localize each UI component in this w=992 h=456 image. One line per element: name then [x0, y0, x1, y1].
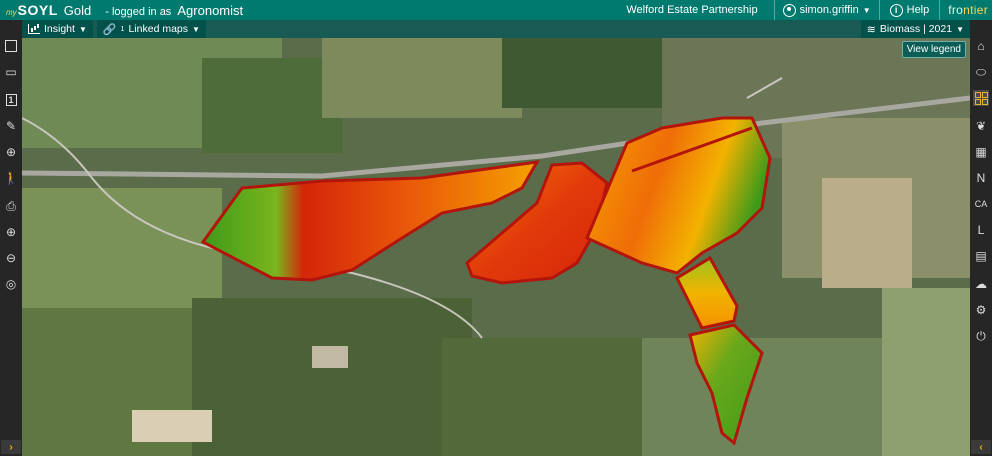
- app-logo[interactable]: my SOYL Gold: [6, 2, 91, 18]
- map-canvas[interactable]: [22, 38, 970, 456]
- user-name: simon.griffin: [799, 4, 859, 16]
- grid-icon-shape: [974, 91, 988, 105]
- link-icon: 🔗: [102, 23, 117, 36]
- chevron-down-icon: ▼: [862, 5, 871, 15]
- bare-field-patch: [822, 178, 912, 288]
- chevron-right-icon[interactable]: ›: [1, 440, 21, 454]
- user-icon: [782, 3, 796, 17]
- field-patch: [322, 38, 522, 118]
- app-header: my SOYL Gold - logged in as Agronomist W…: [0, 0, 992, 20]
- grid-icon[interactable]: [973, 90, 989, 106]
- help-label: Help: [906, 4, 930, 16]
- crosshair-icon[interactable]: ⊕: [3, 144, 19, 160]
- chevron-left-icon[interactable]: ‹: [971, 440, 991, 454]
- insight-label: Insight: [44, 23, 75, 35]
- info-icon: i: [889, 3, 903, 17]
- calculator-icon[interactable]: ▦: [973, 144, 989, 160]
- home-icon[interactable]: ⌂: [973, 38, 989, 54]
- prescription-doc-icon[interactable]: ▤: [973, 248, 989, 264]
- right-toolbar: ⌂ ⬭ ❦ ▦ N CA L ▤ ☁ ⚙ ⏻ ‹: [970, 20, 992, 456]
- login-status: - logged in as Agronomist: [105, 3, 243, 18]
- left-toolbar: ▭ 1 ✎ ⊕ 🚶 ⎙ ⊕ ⊖ ◎ ›: [0, 20, 22, 456]
- building-patch: [312, 346, 348, 368]
- lime-doc-icon[interactable]: L: [973, 222, 989, 238]
- printer-icon[interactable]: ⎙: [3, 198, 19, 214]
- brand-part1: fro: [948, 3, 964, 17]
- chevron-down-icon: ▼: [192, 24, 200, 34]
- single-view-label: 1: [5, 94, 17, 106]
- woodland-patch: [192, 298, 472, 456]
- estate-name[interactable]: Welford Estate Partnership: [626, 4, 757, 16]
- cloud-icon[interactable]: ☁: [973, 276, 989, 292]
- field-map-icon[interactable]: [3, 38, 19, 54]
- linked-maps-label: Linked maps: [128, 23, 189, 35]
- walking-person-icon[interactable]: 🚶: [3, 170, 19, 186]
- woodland-patch: [442, 338, 662, 456]
- zoom-extent-icon[interactable]: ◎: [3, 276, 19, 292]
- logo-name: SOYL: [17, 2, 58, 18]
- bare-field-patch: [132, 410, 212, 442]
- partner-brand: frontier: [940, 3, 992, 17]
- linked-maps-dropdown[interactable]: 🔗 1 Linked maps ▼: [96, 20, 206, 38]
- woodland-patch: [202, 58, 342, 153]
- login-role: Agronomist: [177, 2, 244, 18]
- power-icon[interactable]: ⏻: [973, 328, 989, 344]
- logo-prefix: my: [6, 8, 17, 17]
- layer-selector[interactable]: ≋ Biomass | 2021 ▼: [860, 20, 970, 38]
- layer-label: Biomass | 2021: [879, 23, 953, 35]
- nitrogen-doc-icon[interactable]: N: [973, 170, 989, 186]
- wheat-icon[interactable]: ❦: [973, 118, 989, 134]
- projector-icon[interactable]: ▭: [3, 64, 19, 80]
- chevron-down-icon: ▼: [78, 24, 87, 34]
- field-outline-icon[interactable]: ⬭: [973, 64, 989, 80]
- field-patch: [882, 288, 970, 456]
- gear-icon[interactable]: ⚙: [973, 302, 989, 318]
- single-view-icon[interactable]: 1: [3, 92, 19, 108]
- zoom-in-icon[interactable]: ⊕: [3, 224, 19, 240]
- layers-icon: ≋: [866, 23, 876, 36]
- brand-part2: ntier: [963, 3, 988, 17]
- chevron-down-icon: ▼: [956, 24, 964, 34]
- bar-chart-icon: [28, 24, 40, 34]
- logo-tier: Gold: [63, 3, 92, 18]
- zoom-out-icon[interactable]: ⊖: [3, 250, 19, 266]
- map-toolbar: Insight ▼ 🔗 1 Linked maps ▼ ≋ Biomass | 2…: [22, 20, 970, 38]
- view-legend-button[interactable]: View legend: [901, 41, 966, 58]
- satellite-map[interactable]: View legend: [22, 38, 970, 456]
- insight-dropdown[interactable]: Insight ▼: [22, 20, 93, 38]
- pencil-icon[interactable]: ✎: [3, 118, 19, 134]
- linked-maps-count: 1: [120, 25, 125, 33]
- calcium-doc-icon[interactable]: CA: [973, 196, 989, 212]
- user-menu-button[interactable]: simon.griffin ▼: [773, 0, 880, 20]
- help-button[interactable]: i Help: [880, 0, 941, 20]
- login-status-prefix: - logged in as: [105, 5, 172, 18]
